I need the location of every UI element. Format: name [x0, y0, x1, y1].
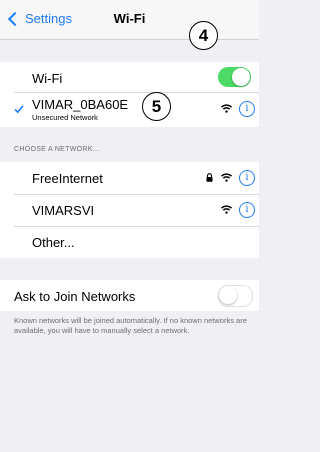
network-row-freeinternet[interactable]: FreeInternet i [0, 162, 259, 194]
network-name: VIMARSVI [32, 203, 95, 218]
wifi-toggle[interactable] [218, 67, 251, 87]
network-row-vimarsvi[interactable]: VIMARSVI i [0, 195, 259, 226]
ask-join-group: Ask to Join Networks [0, 280, 259, 311]
info-icon[interactable]: i [239, 202, 255, 218]
wifi-group: Wi-Fi VIMAR_0BA60E Unsecured Network i [0, 62, 259, 127]
toggle-knob [219, 286, 237, 304]
network-name: Other... [32, 235, 75, 250]
lock-icon [206, 173, 213, 182]
footer-note: Known networks will be joined automatica… [14, 316, 247, 335]
networks-list: FreeInternet i VIMARSVI i Other... [0, 162, 259, 258]
wifi-signal-icon [221, 173, 232, 182]
connected-network-subtitle: Unsecured Network [32, 113, 98, 122]
section-header: CHOOSE A NETWORK... [14, 146, 100, 153]
toggle-knob [232, 68, 250, 86]
info-icon[interactable]: i [239, 101, 255, 117]
network-name: FreeInternet [32, 171, 103, 186]
wifi-signal-icon [221, 205, 232, 214]
ask-join-toggle[interactable] [218, 285, 253, 307]
ask-join-label: Ask to Join Networks [14, 289, 136, 304]
wifi-signal-icon [221, 104, 232, 113]
callout-badge: 4 [189, 21, 218, 50]
connected-network-name: VIMAR_0BA60E [32, 97, 129, 112]
wifi-toggle-row: Wi-Fi [0, 62, 259, 92]
network-row-other[interactable]: Other... [0, 227, 259, 258]
page-title: Wi-Fi [113, 11, 146, 26]
callout-badge: 5 [142, 92, 171, 121]
nav-bar: Settings Wi-Fi [0, 0, 259, 40]
info-icon[interactable]: i [239, 170, 255, 186]
checkmark-icon [14, 105, 24, 114]
connected-network-row[interactable]: VIMAR_0BA60E Unsecured Network i [0, 93, 259, 127]
wifi-label: Wi-Fi [32, 71, 63, 86]
